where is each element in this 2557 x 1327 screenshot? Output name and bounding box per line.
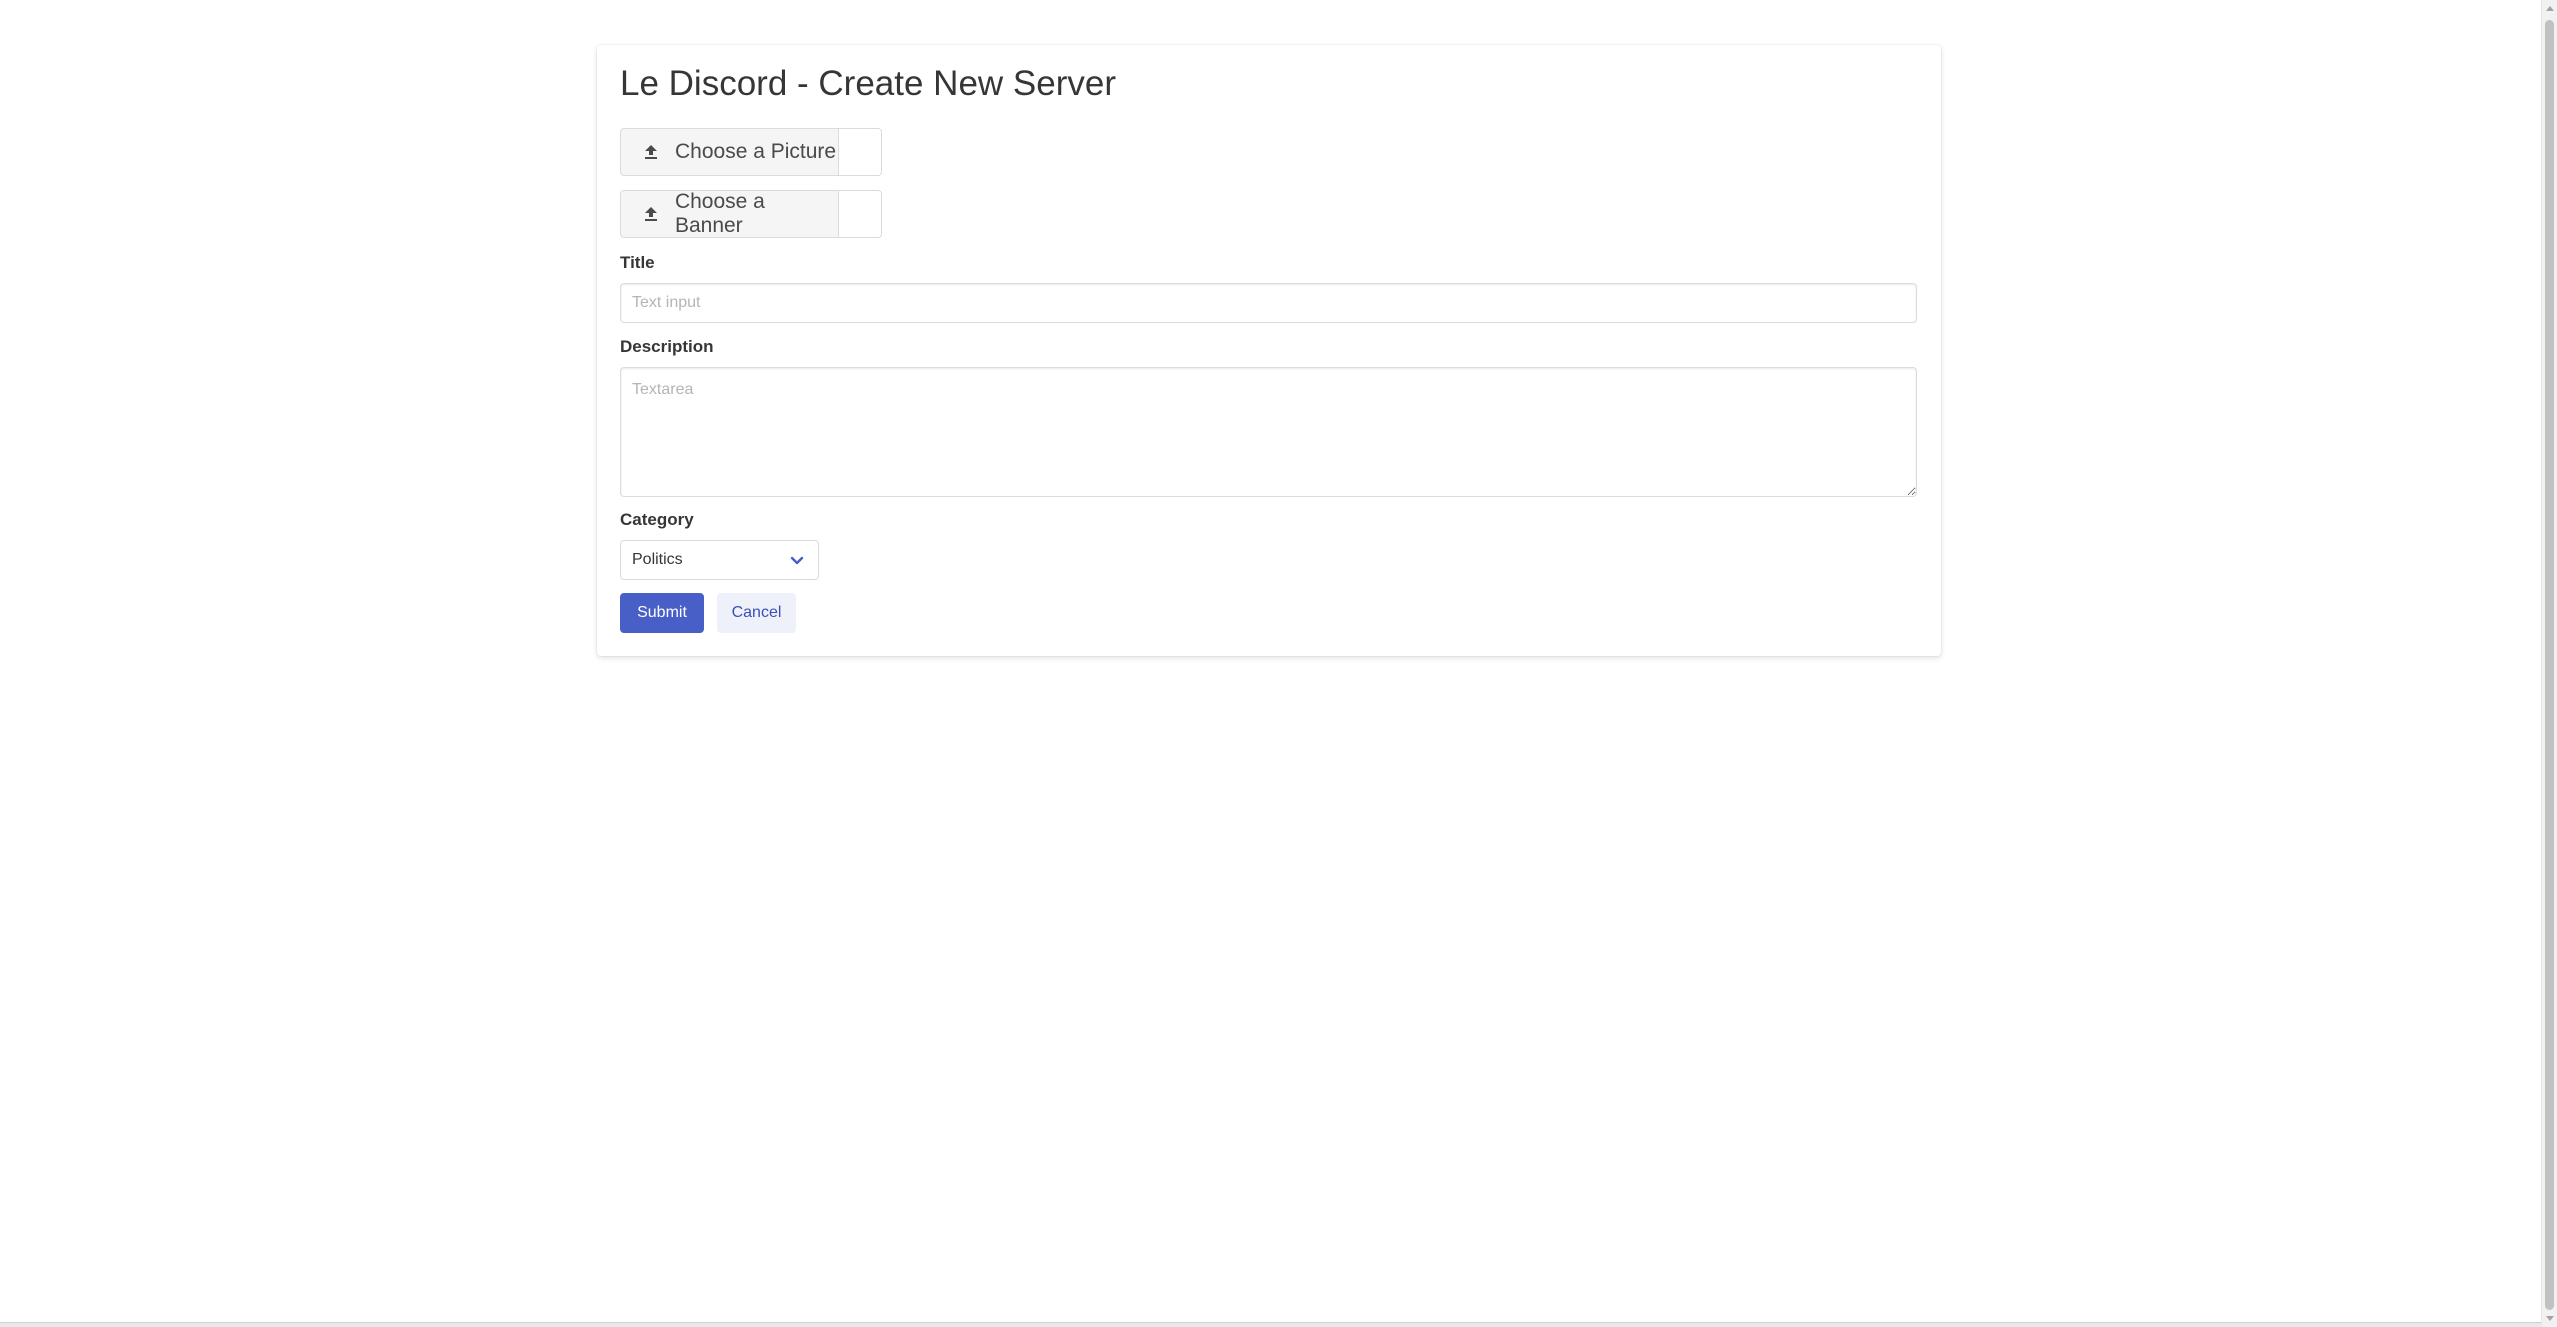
description-label: Description (620, 337, 714, 356)
scroll-up-arrow-icon[interactable] (2546, 6, 2554, 11)
horizontal-scrollbar (0, 1322, 2541, 1327)
choose-picture-button[interactable]: Choose a Picture (620, 128, 839, 176)
category-select[interactable]: Politics (620, 540, 819, 580)
submit-button[interactable]: Submit (620, 593, 704, 633)
banner-upload[interactable]: Choose a Banner (620, 190, 882, 240)
upload-icon (645, 145, 657, 159)
choose-picture-label: Choose a Picture (675, 140, 837, 163)
page-title: Le Discord - Create New Server (620, 64, 1116, 103)
scroll-down-arrow-icon[interactable] (2546, 1316, 2554, 1321)
scrollbar-thumb[interactable] (2545, 20, 2554, 1310)
banner-file-name (839, 190, 882, 238)
title-input[interactable] (620, 283, 1917, 323)
picture-file-name (839, 128, 882, 176)
browser-viewport: Le Discord - Create New Server Choose a … (0, 0, 2557, 1327)
description-textarea[interactable] (620, 367, 1917, 497)
category-label: Category (620, 510, 694, 529)
upload-icon (644, 207, 657, 221)
create-server-card: Le Discord - Create New Server Choose a … (597, 45, 1941, 656)
cancel-button[interactable]: Cancel (717, 593, 796, 633)
choose-banner-button[interactable]: Choose a Banner (620, 190, 839, 238)
vertical-scrollbar[interactable] (2541, 0, 2557, 1327)
category-selected-value: Politics (632, 551, 683, 568)
choose-banner-label: Choose a Banner (674, 190, 765, 237)
title-label: Title (620, 253, 655, 272)
picture-upload[interactable]: Choose a Picture (620, 128, 882, 178)
chevron-down-icon (790, 556, 804, 565)
